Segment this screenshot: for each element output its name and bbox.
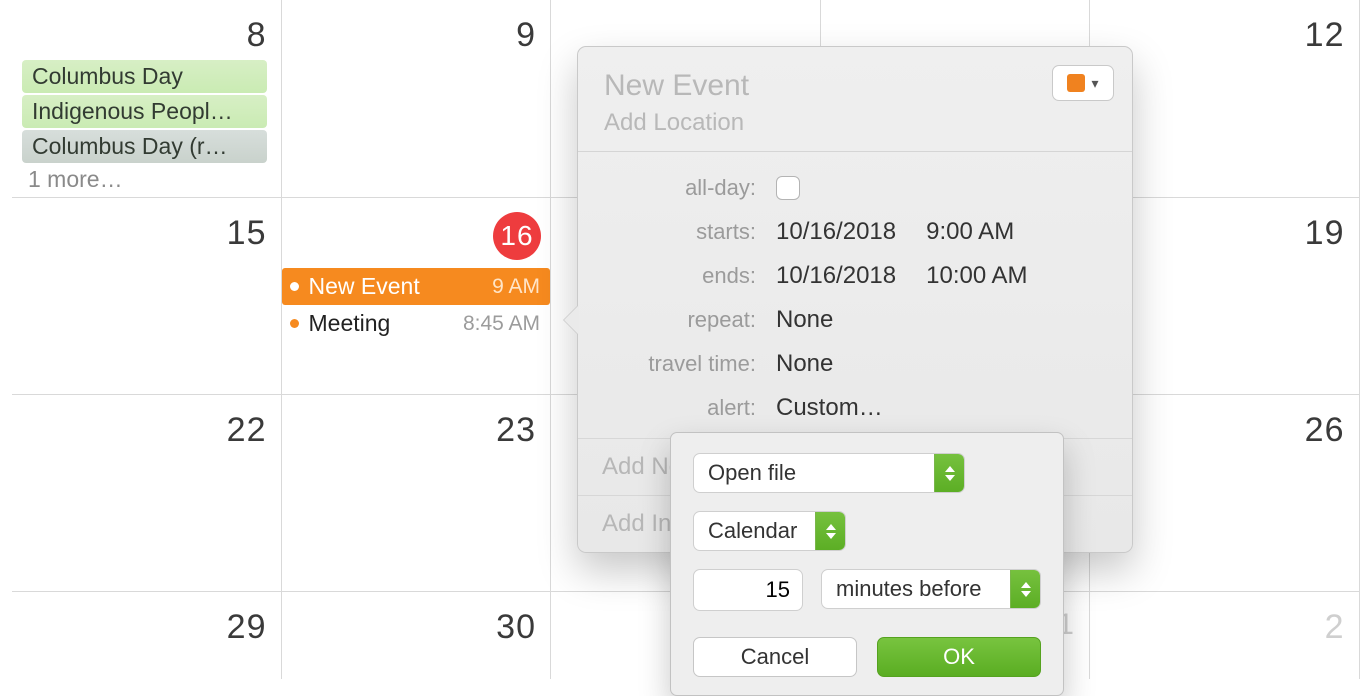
day-cell-16[interactable]: 16 New Event 9 AM Meeting 8:45 AM <box>282 198 552 394</box>
day-cell-9[interactable]: 9 <box>282 0 552 197</box>
cancel-button[interactable]: Cancel <box>693 637 857 677</box>
day-cell-15[interactable]: 15 <box>12 198 282 394</box>
day-number: 26 <box>1305 411 1345 450</box>
today-badge: 16 <box>493 212 541 260</box>
calendar-color-picker[interactable]: ▾ <box>1052 65 1114 101</box>
day-cell-30[interactable]: 30 <box>282 592 552 679</box>
day-number: 30 <box>496 608 536 647</box>
allday-event-chip[interactable]: Columbus Day <box>22 60 267 93</box>
travel-time-label: travel time <box>600 351 756 377</box>
allday-checkbox[interactable] <box>776 176 800 200</box>
day-cell-23[interactable]: 23 <box>282 395 552 591</box>
event-dot-icon <box>290 282 299 291</box>
day-number: 19 <box>1305 214 1345 253</box>
allday-event-chip[interactable]: Indigenous Peopl… <box>22 95 267 128</box>
starts-label: starts <box>600 219 756 245</box>
event-title: Meeting <box>309 310 391 337</box>
day-number: 12 <box>1305 16 1345 55</box>
stepper-icon <box>815 512 845 550</box>
event-time: 8:45 AM <box>463 312 540 336</box>
alert-minutes-input[interactable] <box>693 569 803 611</box>
event-title: New Event <box>309 273 420 300</box>
ends-time-field[interactable]: 10:00 AM <box>926 262 1027 290</box>
repeat-label: repeat <box>600 307 756 333</box>
alert-unit-value: minutes before <box>836 576 982 602</box>
alert-unit-dropdown[interactable]: minutes before <box>821 569 1041 609</box>
alert-action-value: Open file <box>708 460 796 486</box>
event-dot-icon <box>290 319 299 328</box>
day-number: 9 <box>516 16 536 55</box>
custom-alert-panel: Open file Calendar minutes before Cancel… <box>670 432 1064 696</box>
day-cell-22[interactable]: 22 <box>12 395 282 591</box>
alert-label: alert <box>600 395 756 421</box>
day-cell-29[interactable]: 29 <box>12 592 282 679</box>
alert-file-value: Calendar <box>708 518 797 544</box>
allday-label: all-day <box>600 175 756 201</box>
color-swatch-icon <box>1067 74 1085 92</box>
stepper-icon <box>1010 570 1040 608</box>
alert-action-dropdown[interactable]: Open file <box>693 453 965 493</box>
day-number: 8 <box>247 16 267 55</box>
chevron-down-icon: ▾ <box>1091 75 1098 92</box>
starts-date-field[interactable]: 10/16/2018 <box>776 218 896 246</box>
day-number: 22 <box>227 411 267 450</box>
event-location-input[interactable]: Add Location <box>604 109 1106 137</box>
day-cell-8[interactable]: 8 Columbus Day Indigenous Peopl… Columbu… <box>12 0 282 197</box>
ends-label: ends <box>600 263 756 289</box>
day-number: 23 <box>496 411 536 450</box>
travel-time-value[interactable]: None <box>776 350 833 378</box>
event-time: 9 AM <box>492 275 540 299</box>
ends-date-field[interactable]: 10/16/2018 <box>776 262 896 290</box>
allday-event-chip[interactable]: Columbus Day (r… <box>22 130 267 163</box>
day-number: 29 <box>227 608 267 647</box>
ok-button[interactable]: OK <box>877 637 1041 677</box>
event-meeting[interactable]: Meeting 8:45 AM <box>282 305 551 342</box>
repeat-value[interactable]: None <box>776 306 833 334</box>
alert-value[interactable]: Custom… <box>776 394 883 422</box>
stepper-icon <box>934 454 964 492</box>
day-number: 2 <box>1325 608 1345 647</box>
event-title-input[interactable]: New Event <box>604 69 1106 103</box>
more-events-link[interactable]: 1 more… <box>22 164 267 193</box>
day-cell-nov2[interactable]: 2 <box>1090 592 1360 679</box>
starts-time-field[interactable]: 9:00 AM <box>926 218 1014 246</box>
day-number: 15 <box>227 214 267 253</box>
alert-file-dropdown[interactable]: Calendar <box>693 511 846 551</box>
event-new-event[interactable]: New Event 9 AM <box>282 268 551 305</box>
